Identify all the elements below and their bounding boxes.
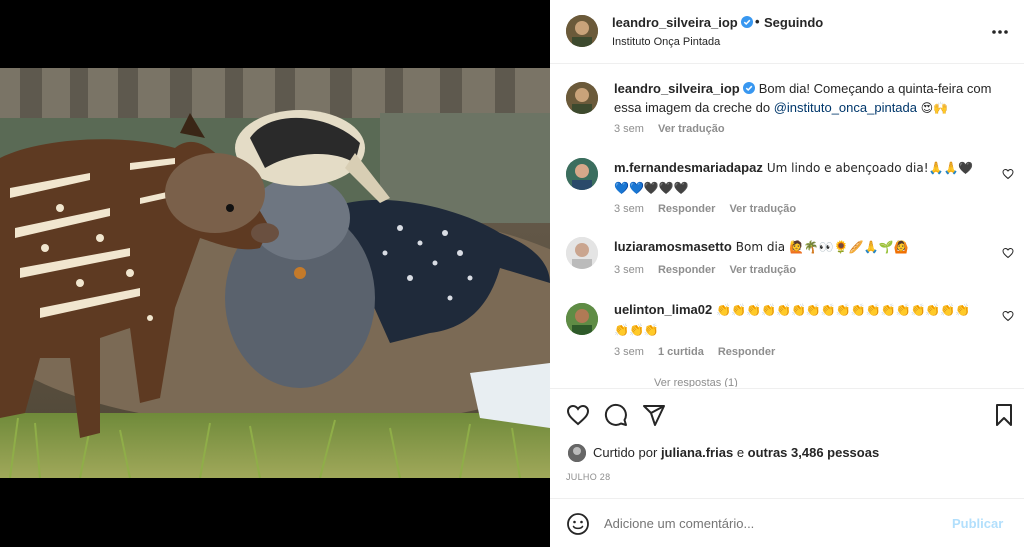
share-icon[interactable] (642, 403, 666, 427)
header-separator: • (755, 14, 760, 29)
reply-button[interactable]: Responder (718, 346, 775, 358)
comment-likes[interactable]: 1 curtida (658, 346, 704, 358)
translate-link[interactable]: Ver tradução (729, 203, 796, 215)
liker-username[interactable]: juliana.frias (661, 445, 733, 460)
comment-time: 3 sem (614, 346, 644, 358)
likes-text: Curtido por juliana.frias e outras 3,486… (593, 445, 879, 460)
caption-mention[interactable]: @instituto_onca_pintada (774, 100, 917, 115)
reply-button[interactable]: Responder (658, 264, 715, 276)
post-media (0, 0, 550, 547)
verified-badge-icon (742, 82, 755, 94)
post-header: leandro_silveira_iop • Seguindo Institut… (550, 0, 1024, 64)
caption-translate-link[interactable]: Ver tradução (658, 123, 725, 135)
comment-icon[interactable] (604, 403, 628, 427)
likes-others-link[interactable]: outras 3,486 pessoas (748, 445, 880, 460)
comment-input[interactable] (604, 516, 924, 531)
post-photo[interactable] (0, 68, 550, 478)
commenter-avatar[interactable] (566, 158, 598, 190)
caption-emoji: 😍🙌 (920, 101, 949, 115)
likes-joiner: e (736, 445, 745, 460)
heart-icon[interactable] (1002, 247, 1014, 259)
heart-icon[interactable] (1002, 310, 1014, 322)
comment-text: uelinton_lima02 👏👏👏👏👏👏👏👏👏👏👏👏👏👏👏👏👏👏👏👏 (614, 300, 974, 340)
author-username-text: leandro_silveira_iop (612, 15, 738, 30)
commenter-avatar[interactable] (566, 303, 598, 335)
comment-time: 3 sem (614, 264, 644, 276)
caption-meta: 3 sem Ver tradução (614, 123, 739, 135)
comment-text: m.fernandesmariadapaz Um lindo e abençoad… (614, 158, 994, 198)
comments-list[interactable]: leandro_silveira_iop Bom dia! Começando a… (550, 65, 1024, 387)
view-replies-link[interactable]: Ver respostas (1) (654, 377, 738, 387)
comment-meta: 3 sem Responder Ver tradução (614, 203, 810, 215)
post-actions (550, 388, 1024, 438)
commenter-avatar[interactable] (566, 237, 598, 269)
author-username[interactable]: leandro_silveira_iop (612, 15, 753, 30)
caption-avatar[interactable] (566, 82, 598, 114)
comment-body: Bom dia 🙋🌴👀🌻🥖🙏🌱🙆 (735, 240, 909, 254)
caption-text: leandro_silveira_iop Bom dia! Começando a… (614, 79, 994, 118)
post-panel: leandro_silveira_iop • Seguindo Institut… (550, 0, 1024, 547)
heart-icon[interactable] (566, 403, 590, 427)
comment-body: Um lindo e abençoado dia!🙏🙏🖤 (766, 161, 974, 175)
comment-meta: 3 sem Responder Ver tradução (614, 264, 810, 276)
animals-photo (0, 68, 550, 478)
post-date: JULHO 28 (566, 472, 611, 482)
reply-button[interactable]: Responder (658, 203, 715, 215)
comment-meta: 3 sem 1 curtida Responder (614, 346, 789, 358)
publish-button[interactable]: Publicar (952, 516, 1003, 531)
author-avatar[interactable] (566, 15, 598, 47)
following-button[interactable]: Seguindo (764, 15, 823, 30)
comment-time: 3 sem (614, 203, 644, 215)
bookmark-icon[interactable] (992, 403, 1016, 427)
liker-avatar (568, 444, 586, 462)
more-options-icon[interactable] (990, 22, 1010, 42)
caption-time: 3 sem (614, 123, 644, 135)
heart-icon[interactable] (1002, 168, 1014, 180)
comment-username[interactable]: luziaramosmasetto (614, 239, 732, 254)
comment-body-line2: 💙💙🖤🖤🖤 (614, 181, 689, 195)
add-comment-bar: Publicar (550, 498, 1024, 547)
comment-text: luziaramosmasetto Bom dia 🙋🌴👀🌻🥖🙏🌱🙆 (614, 237, 994, 257)
verified-badge-icon (740, 16, 753, 28)
comment-username[interactable]: uelinton_lima02 (614, 302, 712, 317)
translate-link[interactable]: Ver tradução (729, 264, 796, 276)
comment-username[interactable]: m.fernandesmariadapaz (614, 160, 763, 175)
emoji-icon[interactable] (566, 512, 590, 536)
caption-username[interactable]: leandro_silveira_iop (614, 81, 740, 96)
post-location[interactable]: Instituto Onça Pintada (612, 36, 720, 48)
likes-prefix: Curtido por (593, 445, 658, 460)
